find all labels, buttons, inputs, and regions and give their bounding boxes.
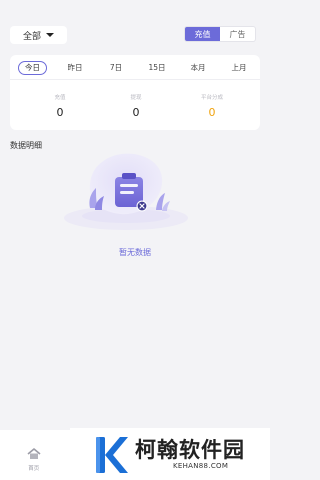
k-logo-icon: [96, 437, 128, 473]
caret-down-icon: [46, 33, 54, 37]
nav-label-home: 首页: [28, 466, 40, 472]
card-divider: [10, 79, 260, 80]
period-tab-yesterday[interactable]: 昨日: [62, 61, 88, 75]
filter-dropdown[interactable]: 全部: [10, 26, 67, 44]
home-icon: [27, 448, 41, 459]
metric-label: 提现: [130, 95, 142, 101]
metric-value: 0: [132, 106, 140, 119]
metric-value: 0: [208, 106, 216, 119]
nav-item-home[interactable]: 首页: [0, 448, 68, 472]
metric-label: 平台分成: [200, 95, 223, 101]
tab-ads[interactable]: 广告: [220, 27, 255, 41]
metric-label: 充值: [54, 95, 66, 101]
metric-platform-share: 平台分成 0: [182, 93, 242, 119]
tab-recharge[interactable]: 充值: [185, 27, 220, 41]
watermark-domain: KEHAN88.COM: [173, 462, 229, 470]
screen: 全部 充值 广告 今日 昨日 7日 15日 本月 上月 充值 0 提现 0 平台…: [0, 0, 270, 480]
metrics-row: 充值 0 提现 0 平台分成 0: [10, 93, 260, 119]
period-tab-7-days[interactable]: 7日: [103, 61, 129, 75]
watermark-brand: 柯翰软件园: [135, 438, 245, 462]
period-tab-last-month[interactable]: 上月: [226, 61, 252, 75]
period-tab-15-days[interactable]: 15日: [144, 61, 170, 75]
type-tabs: 充值 广告: [184, 26, 256, 42]
empty-data-illustration: [64, 153, 188, 230]
period-tab-this-month[interactable]: 本月: [185, 61, 211, 75]
metric-withdraw: 提现 0: [106, 93, 166, 119]
stats-card: 今日 昨日 7日 15日 本月 上月 充值 0 提现 0 平台分成 0: [10, 55, 260, 130]
period-tab-today[interactable]: 今日: [18, 60, 47, 75]
empty-state-text: 暂无数据: [119, 248, 151, 257]
period-tabs: 今日 昨日 7日 15日 本月 上月: [18, 60, 252, 75]
filter-dropdown-label: 全部: [22, 31, 41, 42]
metric-value: 0: [56, 106, 64, 119]
section-title: 数据明细: [10, 141, 42, 150]
metric-recharge: 充值 0: [30, 93, 90, 119]
watermark: 柯翰软件园 KEHAN88.COM: [70, 428, 270, 480]
